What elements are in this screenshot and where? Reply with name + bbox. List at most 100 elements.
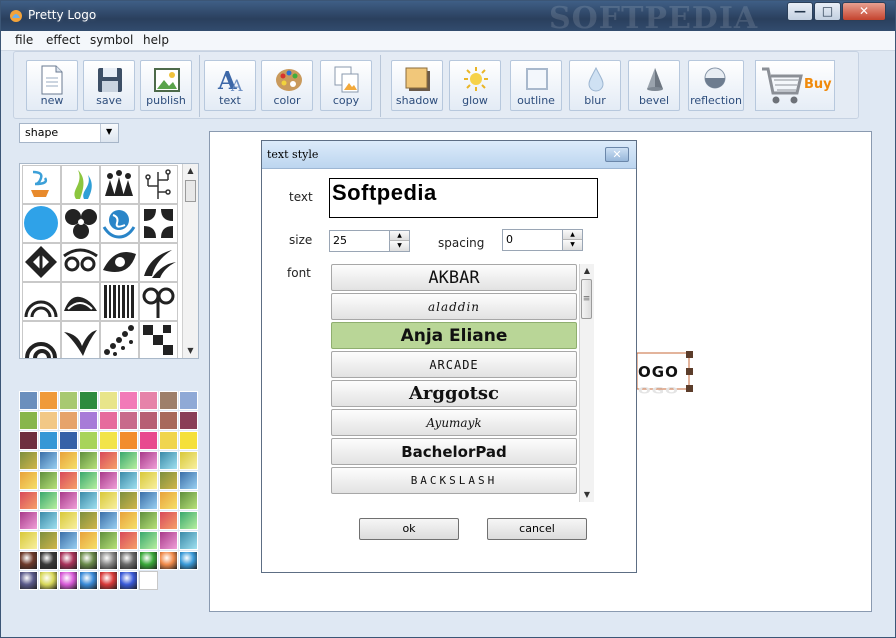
shape-rainbow-icon[interactable] xyxy=(22,282,61,321)
outline-button[interactable]: outline xyxy=(510,60,562,111)
blur-button[interactable]: blur xyxy=(569,60,621,111)
minimize-button[interactable]: — xyxy=(787,2,813,21)
gradient-swatch[interactable] xyxy=(139,491,158,510)
gradient-swatch[interactable] xyxy=(19,511,38,530)
scroll-thumb[interactable]: ≡ xyxy=(581,279,592,319)
color-swatch[interactable] xyxy=(79,431,98,450)
shape-waves-icon[interactable] xyxy=(61,282,100,321)
sphere-swatch[interactable] xyxy=(19,551,38,570)
menu-help[interactable]: help xyxy=(143,33,169,47)
sphere-swatch[interactable] xyxy=(139,571,158,590)
font-item-bachelorpad[interactable]: BachelorPad xyxy=(331,438,577,465)
gradient-swatch[interactable] xyxy=(139,451,158,470)
color-swatch[interactable] xyxy=(39,391,58,410)
color-swatch[interactable] xyxy=(59,391,78,410)
gradient-swatch[interactable] xyxy=(39,471,58,490)
shape-globe-hands-icon[interactable] xyxy=(100,204,139,243)
close-button[interactable]: ✕ xyxy=(842,2,886,21)
new-button[interactable]: new xyxy=(26,60,78,111)
gradient-swatch[interactable] xyxy=(119,471,138,490)
gradient-swatch[interactable] xyxy=(19,491,38,510)
sphere-swatch[interactable] xyxy=(139,551,158,570)
color-swatch[interactable] xyxy=(179,431,198,450)
reflection-button[interactable]: reflection xyxy=(688,60,744,111)
font-item-ayumayk[interactable]: Ayumayk xyxy=(331,409,577,436)
spacing-decrement-icon[interactable]: ▼ xyxy=(562,240,582,250)
sphere-swatch[interactable] xyxy=(179,551,198,570)
spacing-increment-icon[interactable]: ▲ xyxy=(562,230,582,240)
color-swatch[interactable] xyxy=(19,431,38,450)
sphere-swatch[interactable] xyxy=(39,571,58,590)
gradient-swatch[interactable] xyxy=(39,491,58,510)
spacing-stepper[interactable]: 0 ▲ ▼ xyxy=(502,229,583,251)
gradient-swatch[interactable] xyxy=(119,531,138,550)
shape-trefoil-icon[interactable] xyxy=(61,204,100,243)
gradient-swatch[interactable] xyxy=(139,471,158,490)
cancel-button[interactable]: cancel xyxy=(487,518,587,540)
gradient-swatch[interactable] xyxy=(79,511,98,530)
font-item-anja-eliane[interactable]: Anja Eliane xyxy=(331,322,577,349)
sphere-swatch[interactable] xyxy=(39,551,58,570)
color-swatch[interactable] xyxy=(119,411,138,430)
gradient-swatch[interactable] xyxy=(119,451,138,470)
color-swatch[interactable] xyxy=(159,431,178,450)
gradient-swatch[interactable] xyxy=(179,491,198,510)
gradient-swatch[interactable] xyxy=(179,451,198,470)
shape-cup-icon[interactable] xyxy=(22,165,61,204)
gradient-swatch[interactable] xyxy=(99,471,118,490)
gradient-swatch[interactable] xyxy=(79,531,98,550)
gradient-swatch[interactable] xyxy=(139,531,158,550)
sphere-swatch[interactable] xyxy=(119,551,138,570)
chevron-down-icon[interactable]: ▼ xyxy=(100,124,118,142)
menu-symbol[interactable]: symbol xyxy=(90,33,133,47)
shape-eye-icon[interactable] xyxy=(100,243,139,282)
shape-wave-flame-icon[interactable] xyxy=(61,165,100,204)
gradient-swatch[interactable] xyxy=(59,511,78,530)
gradient-swatch[interactable] xyxy=(139,511,158,530)
sphere-swatch[interactable] xyxy=(59,571,78,590)
gradient-swatch[interactable] xyxy=(59,491,78,510)
sphere-swatch[interactable] xyxy=(99,571,118,590)
color-swatch[interactable] xyxy=(39,431,58,450)
font-item-backslash[interactable]: BACKSLASH xyxy=(331,467,577,494)
shape-arc-icon[interactable] xyxy=(22,321,61,358)
gradient-swatch[interactable] xyxy=(179,531,198,550)
size-decrement-icon[interactable]: ▼ xyxy=(389,241,409,251)
text-button[interactable]: AA text xyxy=(204,60,256,111)
color-swatch[interactable] xyxy=(119,391,138,410)
color-swatch[interactable] xyxy=(139,431,158,450)
canvas-logo-object[interactable]: OGO OGO xyxy=(635,351,693,396)
shape-barcode-icon[interactable] xyxy=(100,282,139,321)
shape-category-select[interactable]: shape ▼ xyxy=(19,123,119,143)
ok-button[interactable]: ok xyxy=(359,518,459,540)
shape-circle-icon[interactable] xyxy=(22,204,61,243)
color-swatch[interactable] xyxy=(19,411,38,430)
color-swatch[interactable] xyxy=(59,411,78,430)
color-swatch[interactable] xyxy=(139,391,158,410)
color-swatch[interactable] xyxy=(39,411,58,430)
color-swatch[interactable] xyxy=(119,431,138,450)
menu-effect[interactable]: effect xyxy=(46,33,80,47)
size-increment-icon[interactable]: ▲ xyxy=(389,231,409,241)
shape-diamond-icon[interactable] xyxy=(22,243,61,282)
buy-button[interactable]: Buy xyxy=(755,60,835,111)
color-swatch[interactable] xyxy=(79,411,98,430)
sphere-swatch[interactable] xyxy=(59,551,78,570)
gradient-swatch[interactable] xyxy=(59,531,78,550)
sphere-swatch[interactable] xyxy=(99,551,118,570)
gradient-swatch[interactable] xyxy=(159,471,178,490)
shape-checker-icon[interactable] xyxy=(139,321,178,358)
logo-text-input[interactable]: Softpedia xyxy=(329,178,598,218)
gradient-swatch[interactable] xyxy=(159,531,178,550)
size-stepper[interactable]: 25 ▲ ▼ xyxy=(329,230,410,252)
sphere-swatch[interactable] xyxy=(79,571,98,590)
shape-gallery-scrollbar[interactable]: ▲ ▼ xyxy=(182,164,198,358)
scroll-down-icon[interactable]: ▼ xyxy=(580,488,594,502)
color-swatch[interactable] xyxy=(99,411,118,430)
gradient-swatch[interactable] xyxy=(99,511,118,530)
dialog-close-icon[interactable]: ✕ xyxy=(605,147,629,162)
shape-quatrefoil-icon[interactable] xyxy=(139,204,178,243)
shape-bird-icon[interactable] xyxy=(61,321,100,358)
sphere-swatch[interactable] xyxy=(119,571,138,590)
gradient-swatch[interactable] xyxy=(99,531,118,550)
